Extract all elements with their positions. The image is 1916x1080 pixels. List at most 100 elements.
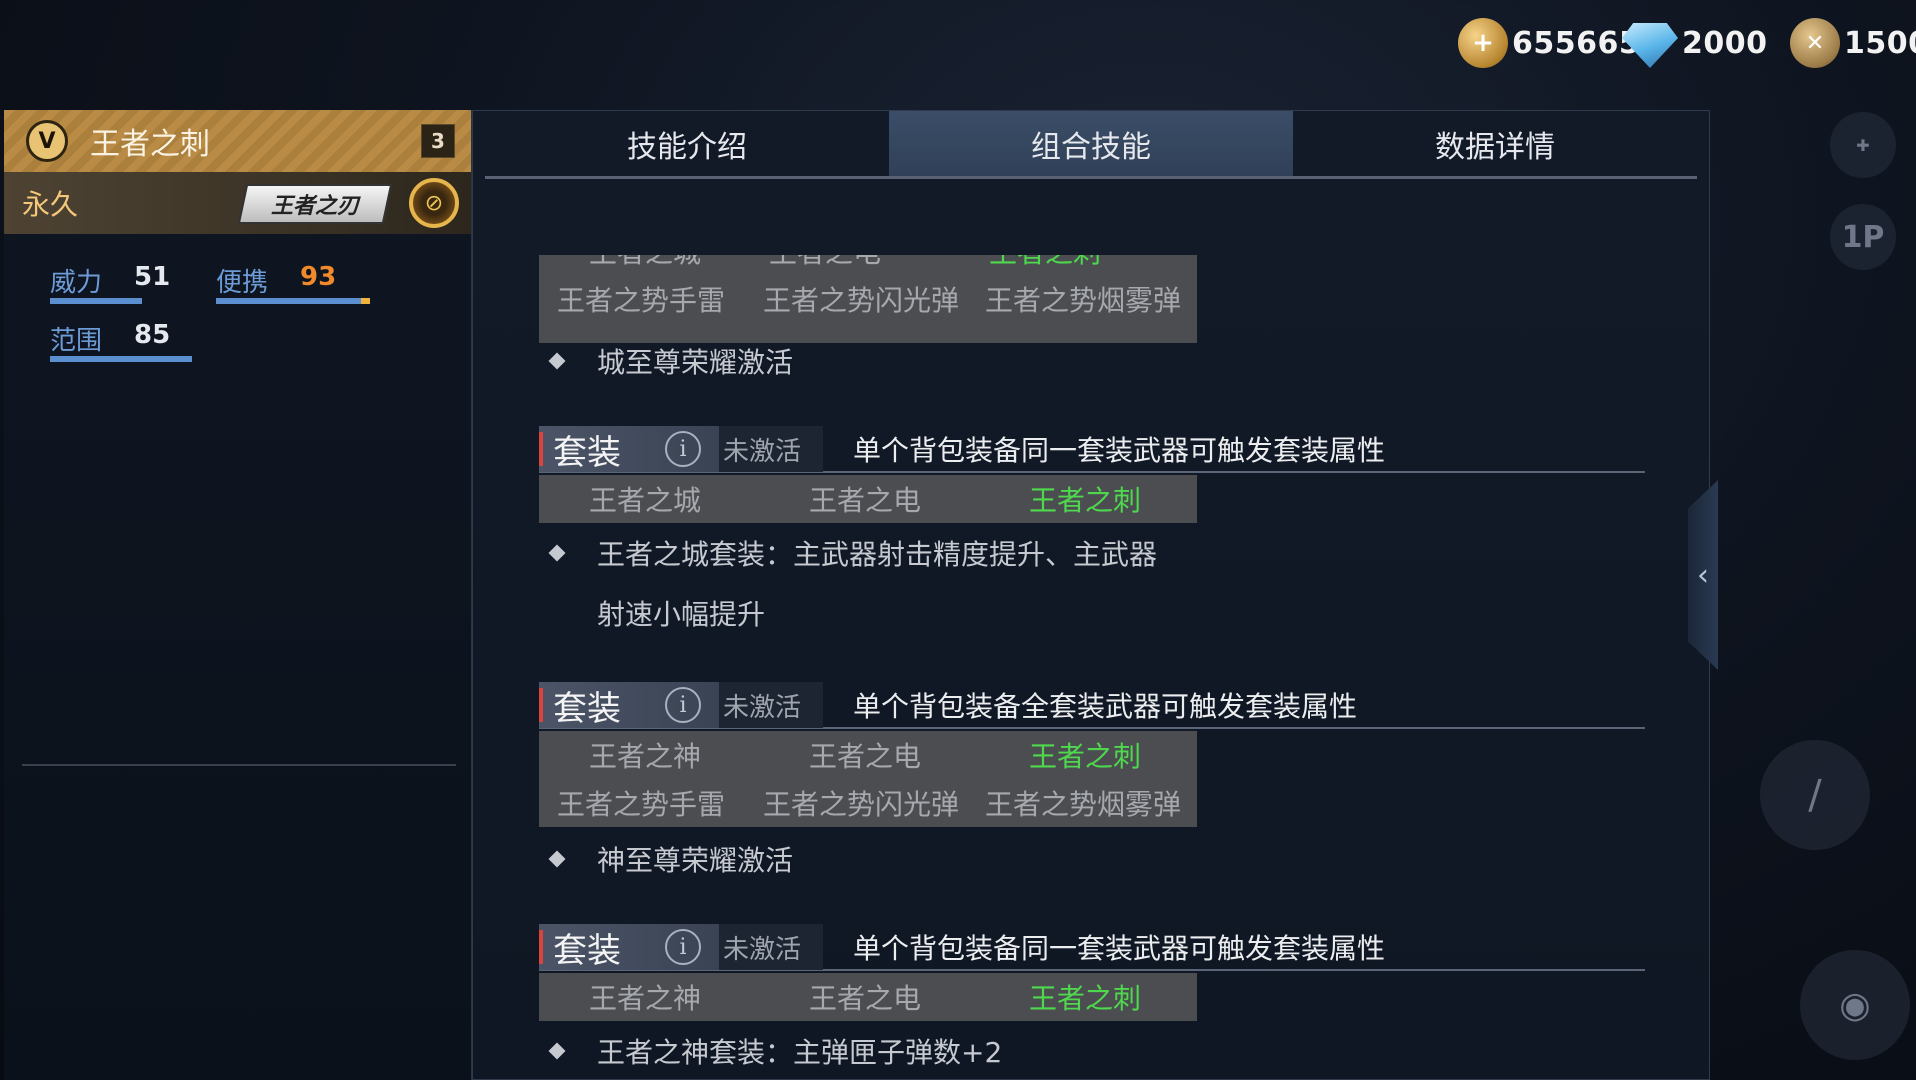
- weapon-logo: 王者之刃: [237, 184, 393, 224]
- combo-skills-list[interactable]: 王者之城 王者之电 王者之刺 王者之势手雷 王者之势闪光弹 王者之势烟雾弹 城至…: [473, 183, 1711, 1079]
- diamond-bullet-icon: [548, 1042, 566, 1060]
- info-icon[interactable]: i: [665, 431, 701, 467]
- weapon-level: 3: [421, 124, 455, 158]
- stat-carry: 便携 93: [216, 262, 336, 299]
- medal-icon: ✕: [1790, 18, 1840, 68]
- stat-range-value: 85: [134, 320, 171, 350]
- gold-amount: 655665: [1512, 25, 1641, 61]
- gamepad-icon[interactable]: ✚: [1830, 112, 1896, 178]
- player-one-icon[interactable]: 1P: [1830, 204, 1896, 270]
- weapon-logo-text: 王者之刃: [270, 194, 359, 219]
- info-icon[interactable]: i: [665, 929, 701, 965]
- set-tag: 套装 i: [539, 682, 719, 729]
- panel-divider: [22, 764, 456, 766]
- weapon-row: 王者之势手雷 王者之势闪光弹 王者之势烟雾弹: [539, 275, 1197, 323]
- stat-range-label: 范围: [50, 326, 103, 356]
- info-icon[interactable]: i: [665, 687, 701, 723]
- tab-combo-skills[interactable]: 组合技能: [889, 111, 1293, 176]
- stat-carry-value: 93: [300, 262, 337, 292]
- set-tag-label: 套装: [553, 930, 621, 971]
- stat-power-label: 威力: [50, 268, 103, 298]
- diamond-bullet-icon: [548, 850, 566, 868]
- weapon-duration: 永久: [22, 188, 79, 221]
- tab-skill-intro[interactable]: 技能介绍: [485, 111, 889, 176]
- tab-data-details[interactable]: 数据详情: [1293, 111, 1697, 176]
- stat-carry-bar: [216, 298, 370, 304]
- weapon-row: 王者之神 王者之电 王者之刺: [539, 973, 1197, 1021]
- weapon-header: V 王者之刺 3: [4, 110, 471, 172]
- set-weapons: 王者之神 王者之电 王者之刺 王者之势手雷 王者之势闪光弹 王者之势烟雾弹: [539, 731, 1197, 827]
- collapse-panel-button[interactable]: ‹: [1688, 480, 1718, 670]
- weapon-item: 王者之神: [589, 982, 702, 1015]
- diamond-amount: 2000: [1682, 25, 1768, 61]
- skills-panel: 技能介绍 组合技能 数据详情 王者之城 王者之电 王者之刺 王者之势手雷 王者之…: [472, 110, 1710, 1080]
- set-tag: 套装 i: [539, 426, 719, 473]
- diamond-bullet-icon: [548, 352, 566, 370]
- weapon-item: 王者之势手雷: [557, 284, 726, 317]
- set-header: 套装 i 未激活 单个背包装备全套装武器可触发套装属性: [539, 682, 1645, 729]
- currency-bar: + 655665 2000 ✕ 1500: [0, 0, 1916, 90]
- set-description: 单个背包装备全套装武器可触发套装属性: [853, 690, 1358, 723]
- weapon-item: 王者之电: [809, 740, 922, 773]
- weapon-item: 王者之城: [589, 484, 702, 517]
- weapon-item: 王者之电: [769, 255, 989, 271]
- weapon-row: 王者之城 王者之电 王者之刺: [539, 255, 1197, 275]
- weapon-item: 王者之势闪光弹: [763, 788, 960, 821]
- set-bonus-text: 神至尊荣耀激活: [545, 839, 793, 879]
- weapon-row: 王者之势手雷 王者之势闪光弹 王者之势烟雾弹: [539, 779, 1197, 827]
- eye-icon[interactable]: ◉: [1800, 950, 1910, 1060]
- set-tag: 套装 i: [539, 924, 719, 971]
- compass-ring-icon: ⊘: [409, 178, 459, 228]
- weapon-name: 王者之刺: [90, 127, 210, 162]
- gold-coin-icon: +: [1458, 18, 1508, 68]
- stat-power: 威力 51: [50, 262, 170, 299]
- set-bonus-label: 王者之城套装：主武器射击精度提升、主武器: [597, 538, 1158, 571]
- weapon-row: 王者之神 王者之电 王者之刺: [539, 731, 1197, 779]
- weapon-item: 王者之势烟雾弹: [985, 788, 1182, 821]
- diamond-bullet-icon: [548, 544, 566, 562]
- set-status: 未激活: [719, 426, 823, 472]
- set-header: 套装 i 未激活 单个背包装备同一套装武器可触发套装属性: [539, 426, 1645, 473]
- set-tag-label: 套装: [553, 688, 621, 729]
- weapon-info-panel: V 王者之刺 3 永久 王者之刃 ⊘ 威力 51 便携 93 范围 85: [4, 110, 472, 1080]
- set-bonus-label: 城至尊荣耀激活: [597, 346, 794, 379]
- set-status: 未激活: [719, 682, 823, 728]
- set-description: 单个背包装备同一套装武器可触发套装属性: [853, 434, 1386, 467]
- medal-amount: 1500: [1844, 25, 1916, 61]
- set-weapons: 王者之神 王者之电 王者之刺: [539, 973, 1197, 1021]
- diamond-icon: [1622, 23, 1678, 68]
- set-bonus-text: 王者之城套装：主武器射击精度提升、主武器: [545, 533, 1157, 573]
- set-bonus-continued: 射速小幅提升: [597, 598, 766, 631]
- weapon-item-highlighted: 王者之刺: [1029, 982, 1142, 1015]
- weapon-item-highlighted: 王者之刺: [989, 255, 1101, 271]
- set-bonus-text: 城至尊荣耀激活: [545, 341, 793, 381]
- set-bonus-label: 王者之神套装：主弹匣子弹数+2: [597, 1036, 1003, 1069]
- weapon-item: 王者之城: [589, 255, 769, 271]
- stat-range: 范围 85: [50, 320, 170, 357]
- set-weapons: 王者之城 王者之电 王者之刺 王者之势手雷 王者之势闪光弹 王者之势烟雾弹: [539, 255, 1197, 343]
- weapon-item: 王者之神: [589, 740, 702, 773]
- set-description: 单个背包装备同一套装武器可触发套装属性: [853, 932, 1386, 965]
- weapon-item-highlighted: 王者之刺: [1029, 484, 1142, 517]
- stat-power-bar: [50, 298, 142, 304]
- set-bonus-label: 神至尊荣耀激活: [597, 844, 794, 877]
- player-one-label: 1P: [1841, 219, 1885, 255]
- weapon-item-highlighted: 王者之刺: [1029, 740, 1142, 773]
- stat-power-value: 51: [134, 262, 171, 292]
- medal-currency[interactable]: ✕ 1500: [1790, 18, 1916, 68]
- set-weapons: 王者之城 王者之电 王者之刺: [539, 475, 1197, 523]
- chevron-left-icon: ‹: [1697, 557, 1709, 593]
- bullet-icon[interactable]: ∕: [1760, 740, 1870, 850]
- weapon-item: 王者之电: [809, 982, 922, 1015]
- weapon-item: 王者之势烟雾弹: [985, 284, 1182, 317]
- set-tag-label: 套装: [553, 432, 621, 473]
- diamond-currency[interactable]: 2000: [1622, 18, 1768, 68]
- gold-currency[interactable]: + 655665: [1458, 18, 1640, 68]
- weapon-item: 王者之势闪光弹: [763, 284, 960, 317]
- vip-badge-icon: V: [26, 120, 68, 162]
- tab-bar: 技能介绍 组合技能 数据详情: [485, 111, 1697, 179]
- weapon-subheader: 永久 王者之刃 ⊘: [4, 172, 471, 234]
- set-bonus-text: 王者之神套装：主弹匣子弹数+2: [545, 1031, 1002, 1071]
- weapon-item: 王者之电: [809, 484, 922, 517]
- set-header: 套装 i 未激活 单个背包装备同一套装武器可触发套装属性: [539, 924, 1645, 971]
